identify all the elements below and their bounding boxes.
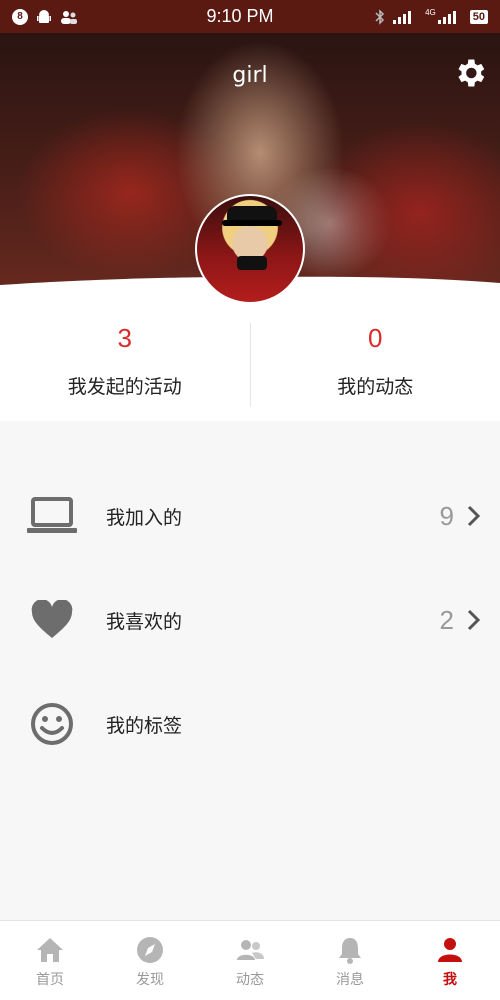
gear-icon[interactable]	[452, 55, 488, 91]
chevron-right-icon	[467, 609, 481, 631]
home-icon	[37, 938, 63, 962]
tab-me[interactable]: 我	[400, 921, 500, 1000]
signal-icon	[393, 10, 412, 24]
smiley-icon	[26, 698, 78, 750]
network-type: 4G	[425, 8, 436, 17]
stat-label: 我的动态	[337, 376, 414, 398]
tab-label: 首页	[36, 972, 64, 988]
stats-panel: 3 我发起的活动 0 我的动态	[0, 303, 500, 421]
tab-messages[interactable]: 消息	[300, 921, 400, 1000]
people-icon	[237, 940, 264, 960]
battery-level: 50	[469, 9, 488, 24]
stat-my-posts[interactable]: 0 我的动态	[249, 323, 500, 407]
profile-name: girl	[232, 63, 268, 88]
tab-label: 动态	[236, 972, 264, 988]
tab-label: 我	[443, 972, 457, 988]
laptop-icon	[26, 490, 78, 542]
status-time: 9:10 PM	[206, 6, 274, 26]
avatar[interactable]	[195, 194, 305, 304]
menu-item-tags[interactable]: 我的标签	[0, 674, 500, 774]
tab-home[interactable]: 首页	[0, 921, 100, 1000]
menu-label: 我加入的	[106, 506, 183, 529]
signal-icon-2	[437, 10, 456, 24]
tab-label: 消息	[336, 972, 364, 988]
bluetooth-icon	[375, 8, 385, 25]
menu-item-joined[interactable]: 我加入的 9	[0, 466, 500, 566]
menu-item-liked[interactable]: 我喜欢的 2	[0, 570, 500, 670]
compass-icon	[137, 937, 163, 963]
tab-activity[interactable]: 动态	[200, 921, 300, 1000]
stat-label: 我发起的活动	[67, 376, 182, 398]
notification-count-badge: 8	[12, 8, 28, 25]
status-right: 4G 50	[328, 8, 488, 25]
bottom-tab-bar: 首页 发现 动态 消息 我	[0, 920, 500, 1000]
menu-label: 我的标签	[106, 714, 183, 737]
tab-label: 发现	[136, 972, 164, 988]
menu-label: 我喜欢的	[106, 610, 183, 633]
menu-count: 9	[439, 500, 454, 531]
avatar-bow	[237, 256, 267, 270]
person-icon	[438, 938, 462, 962]
avatar-hat-brim	[222, 220, 282, 226]
chevron-right-icon	[467, 505, 481, 527]
tab-discover[interactable]: 发现	[100, 921, 200, 1000]
stat-my-events[interactable]: 3 我发起的活动	[0, 303, 250, 421]
status-left: 8	[12, 8, 172, 25]
stat-value: 3	[117, 323, 132, 353]
contacts-icon	[61, 10, 77, 24]
bell-icon	[339, 938, 361, 964]
status-bar: 8 9:10 PM 4G 50	[0, 0, 500, 33]
stat-value: 0	[368, 323, 383, 353]
heart-icon	[26, 594, 78, 646]
menu-count: 2	[439, 604, 454, 635]
android-icon	[37, 9, 51, 23]
